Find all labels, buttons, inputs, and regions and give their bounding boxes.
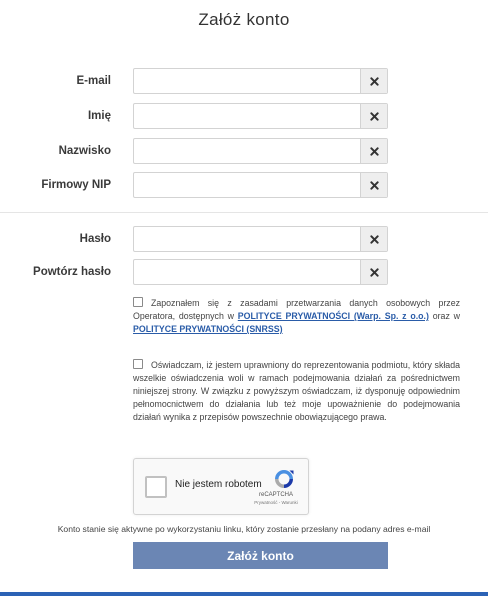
recaptcha-label: Nie jestem robotem [175,479,262,490]
bottom-bar [0,592,488,596]
close-icon [369,267,379,277]
nip-field-wrapper [133,172,388,198]
recaptcha-brand: reCAPTCHA [258,492,293,498]
repeat-password-field[interactable] [134,260,360,284]
email-label: E-mail [76,75,111,87]
last-name-clear-button[interactable] [360,139,387,163]
password-field-wrapper [133,226,388,252]
recaptcha-links[interactable]: Prywatność - Warunki [248,500,304,505]
last-name-row: Nazwisko [0,138,488,164]
repeat-password-row: Powtórz hasło [0,259,488,285]
first-name-field-wrapper [133,103,388,129]
recaptcha-checkbox[interactable] [145,476,167,498]
last-name-field-wrapper [133,138,388,164]
nip-label: Firmowy NIP [41,179,111,191]
close-icon [369,111,379,121]
close-icon [369,146,379,156]
last-name-field[interactable] [134,139,360,163]
repeat-password-clear-button[interactable] [360,260,387,284]
close-icon [369,234,379,244]
email-clear-button[interactable] [360,69,387,93]
first-name-row: Imię [0,103,488,129]
first-name-label: Imię [87,110,111,122]
password-label: Hasło [79,233,111,245]
authorization-consent-checkbox[interactable] [133,359,143,369]
privacy-policy-link-snrss[interactable]: POLITYCE PRYWATNOŚCI (SNRSS) [133,324,283,334]
last-name-label: Nazwisko [58,145,111,157]
nip-clear-button[interactable] [360,173,387,197]
first-name-field[interactable] [134,104,360,128]
authorization-consent: Oświadczam, iż jestem uprawniony do repr… [133,359,460,424]
password-field[interactable] [134,227,360,251]
email-field-wrapper [133,68,388,94]
authorization-consent-text: Oświadczam, iż jestem uprawniony do repr… [133,360,460,422]
close-icon [369,76,379,86]
privacy-consent-text-and: oraz w [428,311,460,321]
repeat-password-label: Powtórz hasło [33,266,111,278]
privacy-policy-link-warp[interactable]: POLITYCE PRYWATNOŚCI (Warp. Sp. z o.o.) [238,311,429,321]
recaptcha-logo-icon [275,470,294,488]
nip-row: Firmowy NIP [0,172,488,198]
create-account-button[interactable]: Załóż konto [133,542,388,569]
page-title: Załóż konto [198,10,290,29]
section-divider [0,212,488,213]
nip-field[interactable] [134,173,360,197]
close-icon [369,180,379,190]
password-row: Hasło [0,226,488,252]
privacy-consent: Zapoznałem się z zasadami przetwarzania … [133,297,460,336]
first-name-clear-button[interactable] [360,104,387,128]
email-field[interactable] [134,69,360,93]
repeat-password-field-wrapper [133,259,388,285]
recaptcha-widget: Nie jestem robotem reCAPTCHA Prywatność … [133,458,309,515]
password-clear-button[interactable] [360,227,387,251]
email-row: E-mail [0,68,488,94]
privacy-consent-checkbox[interactable] [133,297,143,307]
activation-notice: Konto stanie się aktywne po wykorzystani… [57,524,431,534]
